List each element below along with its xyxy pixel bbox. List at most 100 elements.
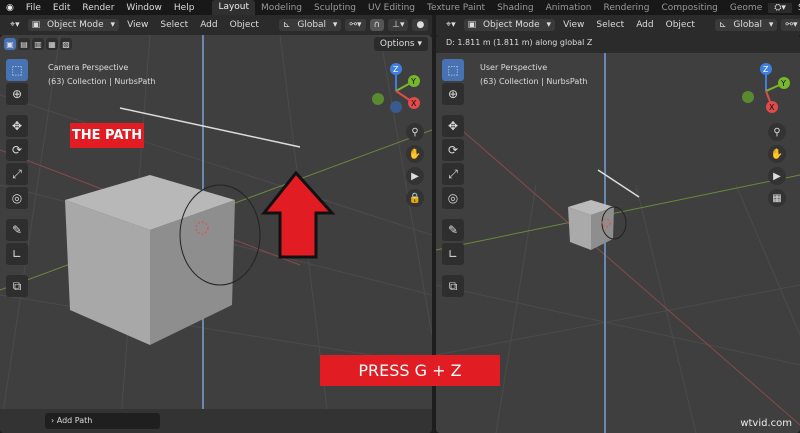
add-cube-icon[interactable]: ⧉ (6, 275, 28, 297)
viewport-info: Camera Perspective (63) Collection | Nur… (48, 61, 155, 89)
object-menu[interactable]: Object (226, 19, 263, 31)
rotate-icon[interactable]: ⟳ (6, 139, 28, 161)
collection-label: (63) Collection | NurbsPath (480, 77, 588, 86)
blender-logo-icon[interactable]: ◉ (0, 3, 20, 13)
the-path-label: THE PATH (70, 123, 144, 148)
svg-text:Y: Y (410, 77, 416, 86)
up-arrow-annotation (260, 170, 336, 259)
zoom-icon[interactable]: ⚲ (768, 123, 786, 141)
pan-hand-icon[interactable]: ✋ (768, 145, 786, 163)
tab-geometry-nodes[interactable]: Geome (724, 3, 768, 13)
move-icon[interactable]: ✥ (6, 115, 28, 137)
svg-text:Z: Z (763, 65, 769, 74)
select-menu[interactable]: Select (156, 19, 192, 31)
orientation-label: Global (733, 20, 763, 30)
tab-layout[interactable]: Layout (212, 0, 256, 15)
tab-shading[interactable]: Shading (491, 3, 540, 13)
options-dropdown[interactable]: Options ▾ (373, 37, 428, 51)
pivot-icon[interactable]: ⚯▾ (781, 19, 800, 31)
options-label: Options (379, 39, 415, 49)
select-box-icon[interactable]: ⬚ (6, 59, 28, 81)
menu-help[interactable]: Help (168, 3, 201, 13)
pan-hand-icon[interactable]: ✋ (406, 145, 424, 163)
lock-icon[interactable]: 🔒 (406, 189, 424, 207)
nurbs-path (597, 169, 640, 198)
cursor-icon[interactable]: ⊕ (442, 83, 464, 105)
top-menu-bar: ◉ File Edit Render Window Help Layout Mo… (0, 0, 800, 15)
x-axis-line (455, 124, 800, 426)
object-menu[interactable]: Object (662, 19, 699, 31)
snap-icon[interactable]: ∩ (369, 19, 385, 31)
viewport-info: User Perspective (63) Collection | Nurbs… (480, 61, 587, 89)
navigation-gizmo[interactable]: Z Y X (366, 61, 426, 121)
select-intersect-icon[interactable]: ▧ (60, 38, 72, 50)
selection-mode-buttons: ▣ ▤ ▥ ▦ ▧ (4, 38, 72, 50)
last-operator-panel[interactable]: › Add Path (45, 413, 160, 429)
tab-modeling[interactable]: Modeling (255, 3, 308, 13)
tab-uv-editing[interactable]: UV Editing (362, 3, 421, 13)
perspective-label: Camera Perspective (48, 63, 129, 72)
view-menu[interactable]: View (123, 19, 152, 31)
svg-text:X: X (411, 99, 417, 108)
right-viewport-header: ⌖▾ ▣ Object Mode ▾ View Select Add Objec… (436, 15, 800, 35)
editor-type-icon[interactable]: ⌖▾ (442, 19, 460, 31)
add-menu[interactable]: Add (196, 19, 221, 31)
tab-texture-paint[interactable]: Texture Paint (421, 3, 491, 13)
measure-icon[interactable]: ∟ (442, 243, 464, 265)
add-menu[interactable]: Add (632, 19, 657, 31)
tab-compositing[interactable]: Compositing (655, 3, 723, 13)
scene-name[interactable]: Scene (792, 3, 800, 13)
transform-icon[interactable]: ◎ (6, 187, 28, 209)
zoom-icon[interactable]: ⚲ (406, 123, 424, 141)
annotate-icon[interactable]: ✎ (6, 219, 28, 241)
camera-icon[interactable]: ▶ (406, 167, 424, 185)
scale-icon[interactable]: ⤢ (442, 163, 464, 185)
collection-label: (63) Collection | NurbsPath (48, 77, 156, 86)
editor-type-icon[interactable]: ⌖▾ (6, 19, 24, 31)
select-menu[interactable]: Select (592, 19, 628, 31)
navigation-buttons: ⚲ ✋ ▶ 🔒 (406, 123, 424, 207)
view-menu[interactable]: View (559, 19, 588, 31)
perspective-label: User Perspective (480, 63, 548, 72)
navigation-buttons: ⚲ ✋ ▶ ▦ (768, 123, 786, 207)
annotate-icon[interactable]: ✎ (442, 219, 464, 241)
rotate-icon[interactable]: ⟳ (442, 139, 464, 161)
tab-rendering[interactable]: Rendering (598, 3, 656, 13)
mode-dropdown[interactable]: ▣ Object Mode ▾ (463, 19, 556, 31)
menu-edit[interactable]: Edit (47, 3, 76, 13)
move-icon[interactable]: ✥ (442, 115, 464, 137)
select-new-icon[interactable]: ▣ (4, 38, 16, 50)
select-box-icon[interactable]: ⬚ (442, 59, 464, 81)
svg-text:X: X (769, 103, 775, 112)
select-extend-icon[interactable]: ▤ (18, 38, 30, 50)
mode-dropdown[interactable]: ▣ Object Mode ▾ (27, 19, 120, 31)
cursor-icon[interactable]: ⊕ (6, 83, 28, 105)
menu-window[interactable]: Window (120, 3, 168, 13)
pivot-icon[interactable]: ⚯▾ (345, 19, 366, 31)
watermark: wtvid.com (740, 418, 792, 429)
tab-sculpting[interactable]: Sculpting (308, 3, 362, 13)
measure-icon[interactable]: ∟ (6, 243, 28, 265)
snap-target-icon[interactable]: ⊥▾ (388, 19, 409, 31)
select-subtract-icon[interactable]: ▥ (32, 38, 44, 50)
menu-render[interactable]: Render (76, 3, 120, 13)
navigation-gizmo[interactable]: Z Y X (736, 61, 796, 121)
press-g-z-caption: PRESS G + Z (320, 355, 500, 386)
transform-status-bar: D: 1.811 m (1.811 m) along global Z (436, 35, 800, 53)
add-cube-icon[interactable]: ⧉ (442, 275, 464, 297)
tab-animation[interactable]: Animation (540, 3, 598, 13)
orientation-label: Global (297, 20, 327, 30)
scene-icon[interactable]: ⛭▾ (768, 2, 792, 13)
grid-view-icon[interactable]: ▦ (768, 189, 786, 207)
select-invert-icon[interactable]: ▦ (46, 38, 58, 50)
toolbar: ⬚ ⊕ ✥ ⟳ ⤢ ◎ ✎ ∟ ⧉ (442, 59, 464, 297)
mode-label: Object Mode (482, 20, 540, 30)
camera-icon[interactable]: ▶ (768, 167, 786, 185)
menu-file[interactable]: File (20, 3, 47, 13)
transform-icon[interactable]: ◎ (442, 187, 464, 209)
scale-icon[interactable]: ⤢ (6, 163, 28, 185)
orientation-dropdown[interactable]: ⊾ Global ▾ (714, 19, 778, 31)
nurbs-path (119, 107, 301, 148)
orientation-dropdown[interactable]: ⊾ Global ▾ (278, 19, 342, 31)
proportional-edit-icon[interactable]: ● (412, 19, 429, 31)
